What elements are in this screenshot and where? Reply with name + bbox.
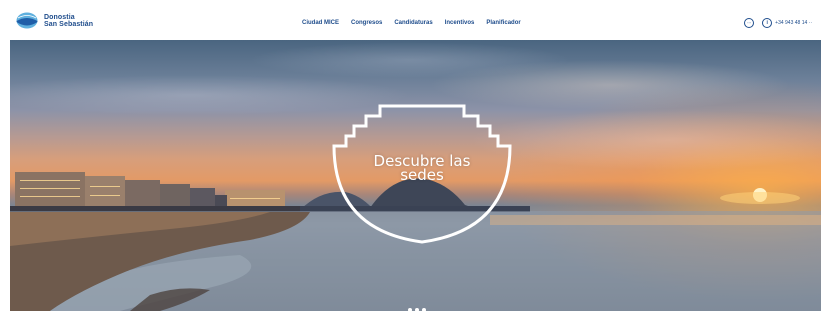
cta-line-2: sedes (400, 166, 444, 184)
discover-venues-button[interactable]: Descubre las sedes (322, 98, 522, 248)
nav-congresos[interactable]: Congresos (351, 20, 382, 26)
info-circle-icon: i (762, 18, 773, 28)
logo-line-2: San Sebastián (44, 20, 94, 28)
main-nav: Ciudad MICE Congresos Candidaturas Incen… (302, 20, 521, 26)
language-selector-icon[interactable]: ··· (744, 18, 755, 28)
logo-text: Donostia San Sebastián (44, 14, 93, 28)
nav-candidaturas[interactable]: Candidaturas (394, 20, 432, 26)
site-header: Donostia San Sebastián Ciudad MICE Congr… (0, 0, 822, 40)
phone-number: +34 943 48 14 ·· (775, 20, 812, 26)
logo-shell-icon (16, 12, 38, 29)
header-actions: ··· i +34 943 48 14 ·· (744, 18, 812, 28)
hero-banner: Descubre las sedes (10, 40, 821, 311)
nav-ciudad-mice[interactable]: Ciudad MICE (302, 20, 339, 26)
phone-contact[interactable]: i +34 943 48 14 ·· (762, 18, 812, 28)
city-buildings (10, 172, 300, 212)
nav-incentivos[interactable]: Incentivos (445, 20, 475, 26)
nav-planificador[interactable]: Planificador (486, 20, 520, 26)
discover-venues-label: Descubre las sedes (322, 154, 522, 184)
site-logo[interactable]: Donostia San Sebastián (16, 12, 93, 29)
logo-line-1: Donostia (44, 13, 75, 21)
